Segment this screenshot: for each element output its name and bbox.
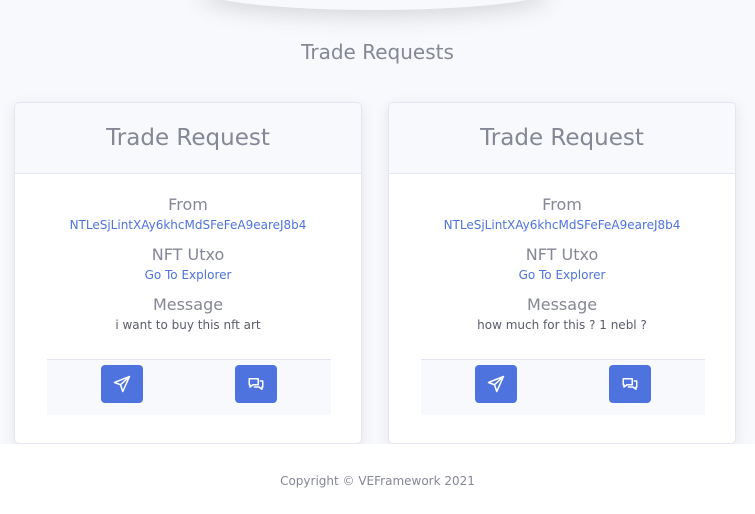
message-label: Message bbox=[152, 295, 224, 314]
card-title: Trade Request bbox=[480, 125, 644, 151]
from-label: From bbox=[542, 195, 582, 214]
card-actions bbox=[47, 359, 331, 415]
from-address-link[interactable]: NTLeSjLintXAy6khcMdSFeFeA9eareJ8b4 bbox=[389, 216, 735, 234]
message-text: i want to buy this nft art bbox=[115, 318, 261, 332]
from-label: From bbox=[168, 195, 208, 214]
card-header: Trade Request bbox=[389, 103, 735, 174]
card-title: Trade Request bbox=[106, 125, 270, 151]
card-body: From NTLeSjLintXAy6khcMdSFeFeA9eareJ8b4 … bbox=[15, 174, 361, 334]
nft-utxo-label: NFT Utxo bbox=[525, 245, 599, 264]
comments-icon bbox=[248, 378, 264, 390]
explorer-link[interactable]: Go To Explorer bbox=[15, 266, 361, 284]
card-body: From NTLeSjLintXAy6khcMdSFeFeA9eareJ8b4 … bbox=[389, 174, 735, 334]
explorer-link[interactable]: Go To Explorer bbox=[389, 266, 735, 284]
send-button[interactable] bbox=[101, 365, 143, 403]
copyright-text: Copyright © VEFramework 2021 bbox=[280, 474, 475, 488]
page-title: Trade Requests bbox=[301, 40, 454, 64]
nft-utxo-label: NFT Utxo bbox=[151, 245, 225, 264]
from-address-link[interactable]: NTLeSjLintXAy6khcMdSFeFeA9eareJ8b4 bbox=[15, 216, 361, 234]
paper-plane-icon bbox=[113, 375, 131, 393]
trade-request-card: Trade Request From NTLeSjLintXAy6khcMdSF… bbox=[14, 102, 362, 444]
send-button[interactable] bbox=[475, 365, 517, 403]
top-card-shadow bbox=[200, 0, 550, 10]
footer: Copyright © VEFramework 2021 bbox=[0, 444, 755, 514]
chat-button[interactable] bbox=[609, 365, 651, 403]
card-actions bbox=[421, 359, 705, 415]
message-text: how much for this ? 1 nebl ? bbox=[477, 318, 647, 332]
message-label: Message bbox=[526, 295, 598, 314]
paper-plane-icon bbox=[487, 375, 505, 393]
chat-button[interactable] bbox=[235, 365, 277, 403]
card-header: Trade Request bbox=[15, 103, 361, 174]
comments-icon bbox=[622, 378, 638, 390]
trade-request-card: Trade Request From NTLeSjLintXAy6khcMdSF… bbox=[388, 102, 736, 444]
